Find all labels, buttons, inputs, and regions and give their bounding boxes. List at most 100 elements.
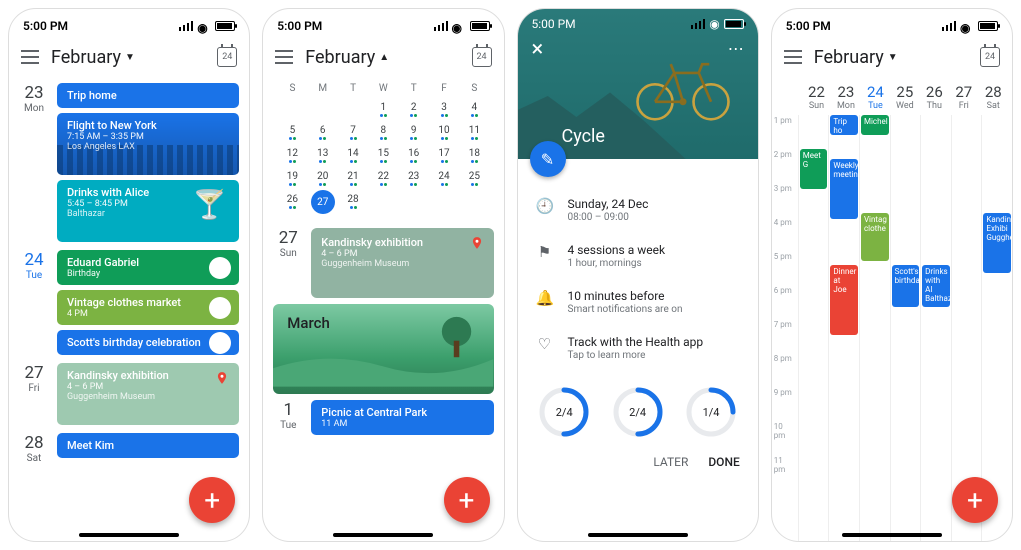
calendar-day[interactable]: 6 (308, 121, 338, 144)
menu-icon[interactable] (275, 50, 293, 64)
week-day-header[interactable]: 27Fri (949, 79, 978, 115)
calendar-day[interactable]: 8 (368, 121, 398, 144)
calendar-day[interactable]: 25 (459, 167, 489, 190)
screen-agenda: 5:00 PM ◉ February▼ 24 23Mon Trip home Fli… (8, 8, 250, 542)
calendar-day[interactable] (308, 98, 338, 121)
week-event[interactable]: Kandin Exhibi Gugghe (983, 213, 1011, 273)
status-time: 5:00 PM (23, 19, 68, 33)
day-label[interactable]: 27Fri (19, 363, 49, 425)
event-card[interactable]: Kandinsky exhibition4 – 6 PMGuggenheim M… (57, 363, 239, 425)
day-label[interactable]: 28Sat (19, 433, 49, 464)
calendar-day[interactable]: 20 (308, 167, 338, 190)
week-event[interactable]: Meet G (800, 149, 828, 189)
calendar-day[interactable]: 22 (368, 167, 398, 190)
week-event[interactable]: Scott's birthda (892, 265, 920, 307)
day-label[interactable]: 23Mon (19, 83, 49, 242)
event-card[interactable]: Kandinsky exhibition4 – 6 PMGuggenheim M… (311, 228, 493, 298)
calendar-day[interactable]: 15 (368, 144, 398, 167)
heart-icon: ♡ (536, 335, 554, 353)
bike-illustration (628, 51, 738, 121)
calendar-day[interactable]: 13 (308, 144, 338, 167)
event-card[interactable]: Picnic at Central Park11 AM (311, 400, 493, 435)
add-button[interactable]: + (952, 477, 998, 523)
calendar-day[interactable]: 28 (338, 190, 368, 214)
calendar-day[interactable]: 27 (311, 190, 335, 214)
calendar-day[interactable] (459, 190, 489, 214)
today-icon[interactable]: 24 (472, 47, 492, 67)
week-event[interactable]: Weekly meetin (830, 159, 858, 219)
hour-label: 11 pm (772, 455, 798, 489)
week-day-header[interactable]: 22Sun (802, 79, 831, 115)
month-dropdown[interactable]: February▼ (814, 47, 968, 68)
day-label[interactable]: 1Tue (273, 400, 303, 435)
calendar-day[interactable] (429, 190, 459, 214)
calendar-day[interactable] (277, 98, 307, 121)
mini-calendar[interactable]: SMTWTFS 12345678910111213141516171819202… (263, 79, 503, 222)
event-card[interactable]: Vintage clothes market4 PM (57, 290, 239, 325)
calendar-day[interactable]: 9 (399, 121, 429, 144)
week-day-header[interactable]: 26Thu (920, 79, 949, 115)
today-icon[interactable]: 24 (980, 47, 1000, 67)
edit-button[interactable]: ✎ (530, 141, 566, 177)
detail-row[interactable]: 🕘Sunday, 24 Dec08:00 – 09:00 (534, 187, 742, 233)
day-label[interactable]: 24Tue (19, 250, 49, 355)
calendar-day[interactable]: 26 (277, 190, 307, 214)
wifi-icon: ◉ (197, 21, 211, 31)
week-event[interactable]: Dinner at Joe (830, 265, 858, 335)
week-day-header[interactable]: 28Sat (979, 79, 1008, 115)
event-card[interactable]: Eduard GabrielBirthday (57, 250, 239, 285)
detail-row[interactable]: 🔔10 minutes beforeSmart notifications ar… (534, 279, 742, 325)
calendar-day[interactable] (368, 190, 398, 214)
menu-icon[interactable] (21, 50, 39, 64)
done-button[interactable]: DONE (708, 455, 739, 469)
week-day-header[interactable]: 24Tue (861, 79, 890, 115)
calendar-day[interactable]: 24 (429, 167, 459, 190)
month-dropdown[interactable]: February▲ (305, 47, 459, 68)
event-card[interactable]: 🍸Drinks with Alice5:45 – 8:45 PMBalthaza… (57, 180, 239, 242)
week-day-header[interactable]: 25Wed (890, 79, 919, 115)
day-label[interactable]: 27Sun (273, 228, 303, 298)
calendar-day[interactable]: 12 (277, 144, 307, 167)
detail-row[interactable]: ♡Track with the Health appTap to learn m… (534, 325, 742, 371)
week-event[interactable]: Drinks with Al Balthaz (922, 265, 950, 307)
menu-icon[interactable] (784, 50, 802, 64)
detail-row[interactable]: ⚑4 sessions a week1 hour, mornings (534, 233, 742, 279)
screen-week-view: 5:00 PM◉ February▼ 24 22Sun23Mon24Tue25W… (771, 8, 1013, 542)
event-card[interactable]: Flight to New York7:15 AM – 3:35 PMLos A… (57, 113, 239, 175)
month-dropdown[interactable]: February▼ (51, 47, 205, 68)
progress-ring: 1/4 (684, 385, 738, 439)
calendar-day[interactable]: 2 (399, 98, 429, 121)
add-button[interactable]: + (189, 477, 235, 523)
calendar-day[interactable]: 16 (399, 144, 429, 167)
week-event[interactable]: Trip ho (830, 115, 858, 135)
avatar (209, 297, 231, 319)
calendar-day[interactable]: 17 (429, 144, 459, 167)
calendar-day[interactable]: 1 (368, 98, 398, 121)
bell-icon: 🔔 (536, 289, 554, 307)
calendar-day[interactable] (399, 190, 429, 214)
week-event[interactable]: Michel (861, 115, 889, 135)
today-icon[interactable]: 24 (217, 47, 237, 67)
close-icon[interactable]: × (532, 39, 544, 61)
calendar-day[interactable]: 3 (429, 98, 459, 121)
later-button[interactable]: LATER (653, 455, 688, 469)
calendar-day[interactable]: 11 (459, 121, 489, 144)
event-card[interactable]: Trip home (57, 83, 239, 108)
calendar-day[interactable]: 23 (399, 167, 429, 190)
calendar-day[interactable]: 19 (277, 167, 307, 190)
calendar-day[interactable] (338, 98, 368, 121)
calendar-day[interactable]: 7 (338, 121, 368, 144)
progress-ring: 2/4 (537, 385, 591, 439)
calendar-day[interactable]: 18 (459, 144, 489, 167)
week-event[interactable]: Vintag clothe (861, 213, 889, 261)
calendar-day[interactable]: 21 (338, 167, 368, 190)
calendar-day[interactable]: 14 (338, 144, 368, 167)
event-card[interactable]: Meet Kim (57, 433, 239, 458)
calendar-day[interactable]: 5 (277, 121, 307, 144)
calendar-day[interactable]: 10 (429, 121, 459, 144)
calendar-day[interactable]: 4 (459, 98, 489, 121)
event-card[interactable]: Scott's birthday celebration (57, 330, 239, 355)
add-button[interactable]: + (444, 477, 490, 523)
progress-ring: 2/4 (611, 385, 665, 439)
week-day-header[interactable]: 23Mon (831, 79, 860, 115)
